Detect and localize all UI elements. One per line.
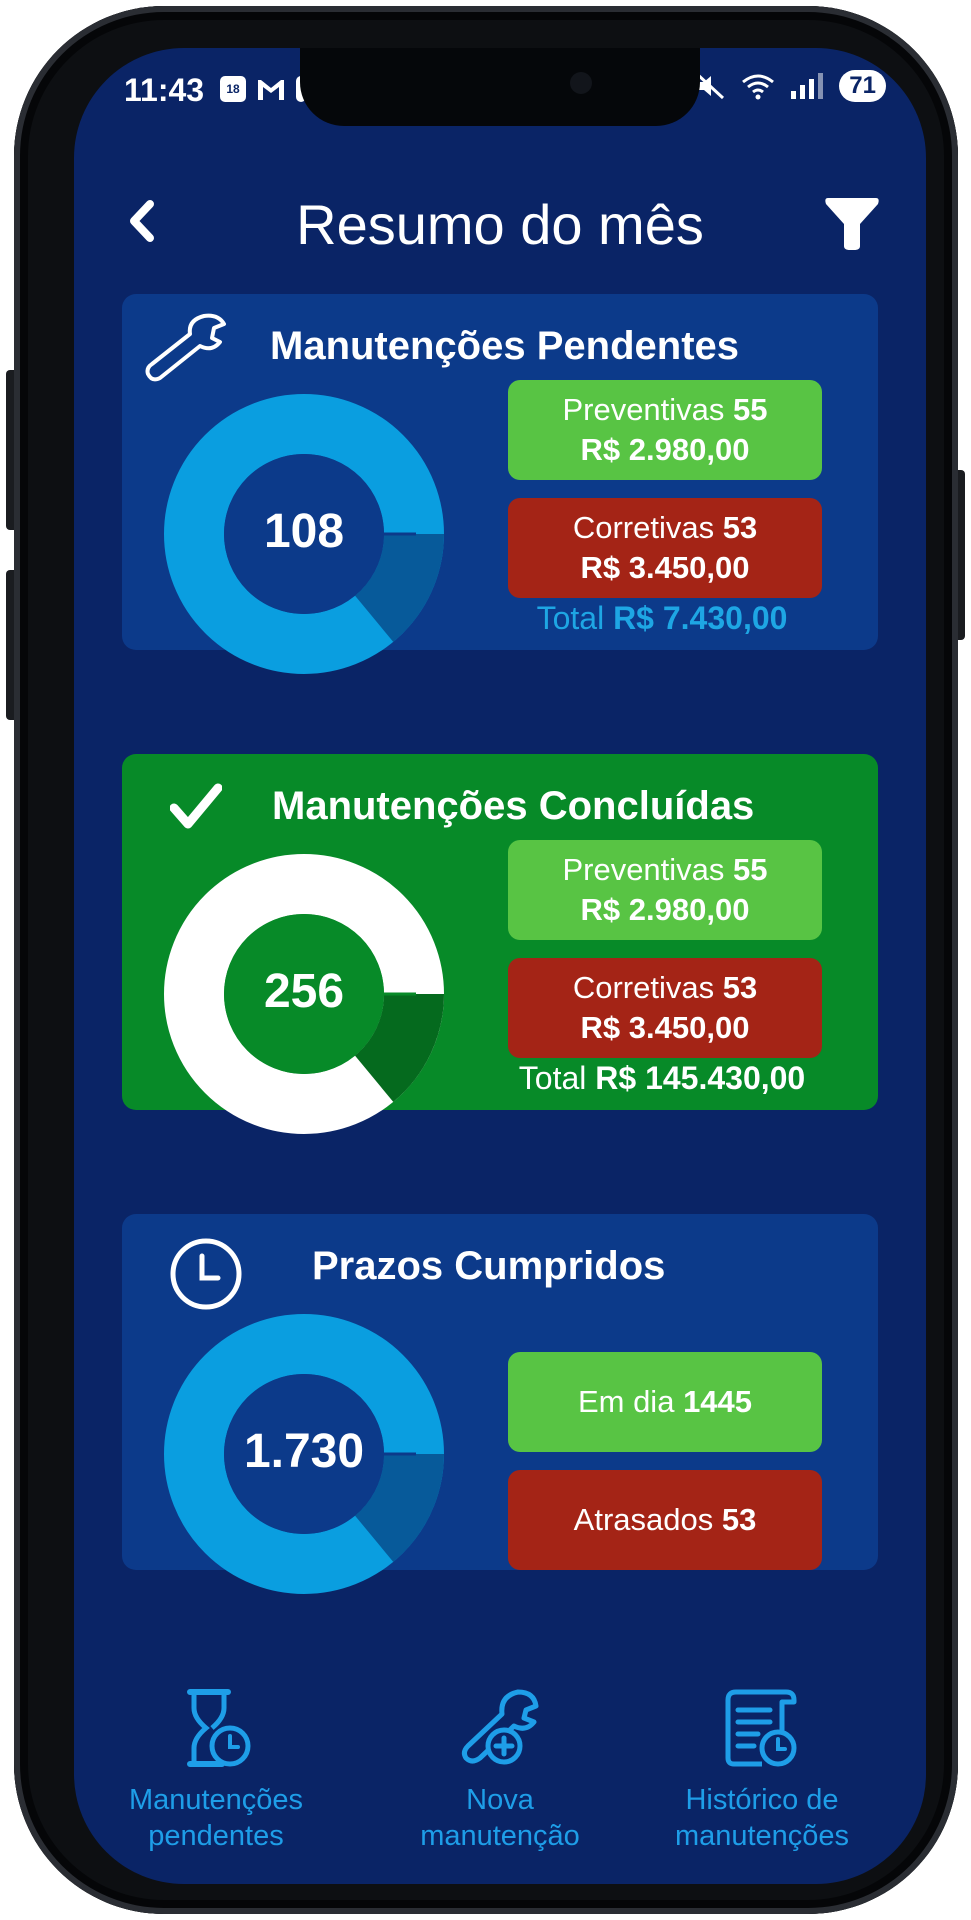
tab-new-maintenance[interactable]: Nova manutenção: [370, 1688, 630, 1854]
tab-label-line2: pendentes: [148, 1820, 284, 1852]
hourglass-icon: [187, 1689, 251, 1767]
tab-label-line1: Histórico de: [685, 1784, 839, 1816]
app-screen: 11:43 18 71 Resumo do mês Manutenções Pe…: [74, 48, 926, 1884]
tab-maintenance-history[interactable]: Histórico de manutenções: [632, 1688, 892, 1854]
corrective-line: Corretivas 53: [508, 968, 822, 1008]
camera-notch: [300, 48, 700, 126]
pending-preventive-pill[interactable]: Preventivas 55 R$ 2.980,00: [508, 380, 822, 480]
total-amount: R$ 145.430,00: [595, 1060, 806, 1096]
page-title: Resumo do mês: [296, 193, 704, 256]
late-count: 53: [721, 1502, 757, 1537]
tab-label-line2: manutenções: [674, 1820, 850, 1852]
bottom-tab-bar: Manutenções pendentes Nova manutenção Hist…: [74, 1688, 926, 1884]
system-icons: 71: [695, 70, 886, 102]
status-time: 11:43: [124, 72, 205, 108]
tab-pending-maintenance[interactable]: Manutenções pendentes: [86, 1688, 346, 1854]
preventive-count: 55: [733, 392, 768, 427]
pending-total-count: 108: [263, 505, 345, 558]
late-label: Atrasados: [573, 1502, 714, 1537]
wrench-icon: [145, 313, 226, 382]
deadlines-card-title: Prazos Cumpridos: [312, 1244, 666, 1288]
completed-card-title: Manutenções Concluídas: [272, 784, 755, 828]
corrective-amount: R$ 3.450,00: [580, 1010, 750, 1045]
preventive-amount: R$ 2.980,00: [580, 892, 750, 927]
completed-total-count: 256: [263, 965, 345, 1018]
on-time-pill[interactable]: Em dia 1445: [508, 1352, 822, 1452]
wrench-plus-icon: [461, 1689, 539, 1765]
corrective-label: Corretivas: [572, 970, 715, 1005]
preventive-label: Preventivas: [562, 392, 725, 427]
tab-label: Histórico de manutenções: [632, 1782, 892, 1854]
corrective-count: 53: [722, 970, 758, 1005]
phone-frame: 11:43 18 71 Resumo do mês Manutenções Pe…: [14, 6, 958, 1914]
tab-label-line2: manutenção: [420, 1820, 580, 1852]
pending-maintenance-card[interactable]: Manutenções Pendentes 108 Preventivas 55…: [122, 294, 878, 674]
front-camera: [570, 72, 592, 94]
corrective-count: 53: [722, 510, 758, 545]
tab-label-line1: Nova: [466, 1784, 534, 1816]
history-document-icon: [725, 1689, 797, 1767]
battery-indicator: 71: [839, 70, 886, 102]
corrective-label: Corretivas: [572, 510, 715, 545]
tab-label: Nova manutenção: [370, 1782, 630, 1854]
corrective-amount: R$ 3.450,00: [580, 550, 750, 585]
calendar-icon: 18: [220, 76, 246, 102]
preventive-count: 55: [733, 852, 768, 887]
completed-maintenance-card[interactable]: Manutenções Concluídas 256 Preventivas 5…: [122, 754, 878, 1134]
corrective-line: Corretivas 53: [508, 508, 822, 548]
wifi-icon: [742, 74, 775, 100]
on-time-label: Em dia: [577, 1384, 675, 1419]
filter-icon[interactable]: [824, 194, 880, 252]
deadlines-total-count: 1.730: [243, 1425, 365, 1478]
gmail-icon: [258, 80, 284, 100]
completed-corrective-pill[interactable]: Corretivas 53 R$ 3.450,00: [508, 958, 822, 1058]
preventive-line: Preventivas 55: [508, 850, 822, 890]
tab-label: Manutenções pendentes: [86, 1782, 346, 1854]
total-amount: R$ 7.430,00: [613, 600, 788, 636]
pending-corrective-pill[interactable]: Corretivas 53 R$ 3.450,00: [508, 498, 822, 598]
checkmark-icon: [170, 783, 222, 829]
completed-preventive-pill[interactable]: Preventivas 55 R$ 2.980,00: [508, 840, 822, 940]
preventive-label: Preventivas: [562, 852, 725, 887]
completed-total: Total R$ 145.430,00: [452, 1060, 872, 1097]
preventive-amount: R$ 2.980,00: [580, 432, 750, 467]
total-label: Total: [518, 1060, 587, 1096]
late-pill[interactable]: Atrasados 53: [508, 1470, 822, 1570]
deadlines-card[interactable]: Prazos Cumpridos 1.730 Em dia 1445 Atras…: [122, 1214, 878, 1594]
page-header: Resumo do mês: [74, 178, 926, 268]
pending-card-title: Manutenções Pendentes: [270, 324, 740, 368]
signal-icon: [791, 73, 824, 99]
on-time-count: 1445: [683, 1384, 753, 1419]
preventive-line: Preventivas 55: [508, 390, 822, 430]
total-label: Total: [536, 600, 605, 636]
pending-total: Total R$ 7.430,00: [452, 600, 872, 637]
notification-icons: 18: [220, 76, 306, 102]
clock-icon: [170, 1238, 242, 1310]
tab-label-line1: Manutenções: [128, 1784, 304, 1816]
